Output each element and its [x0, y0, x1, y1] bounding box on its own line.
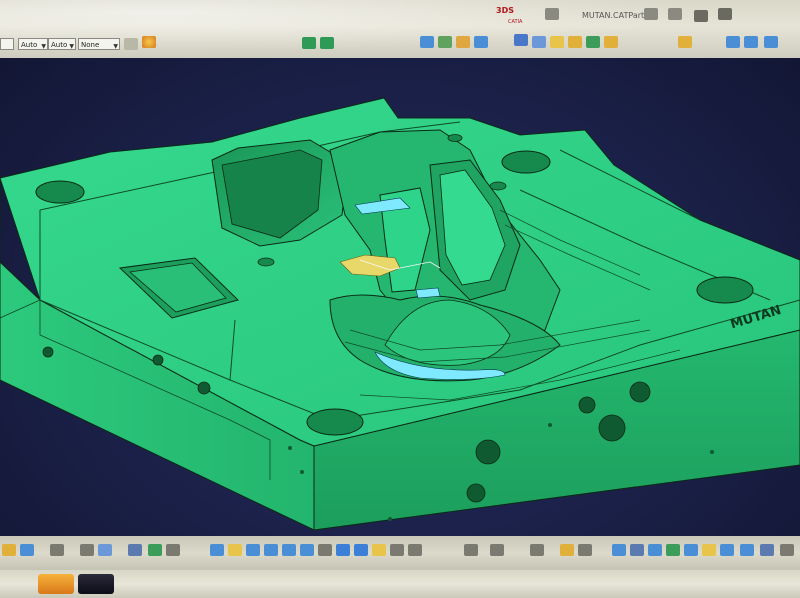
- settings-icon[interactable]: [694, 10, 708, 22]
- color-combo-stub[interactable]: [0, 38, 14, 50]
- top-toolbar: Auto ▼ Auto ▼ None ▼ 3DS CATIA MUTAN.CATPar…: [0, 0, 800, 58]
- zoom-icon[interactable]: [438, 36, 452, 48]
- normal-view-icon[interactable]: [532, 36, 546, 48]
- line-type-combo[interactable]: Auto ▼: [18, 38, 48, 50]
- pin-icon[interactable]: [490, 544, 504, 556]
- select-icon[interactable]: [210, 544, 224, 556]
- move-icon[interactable]: [246, 544, 260, 556]
- rotate-icon[interactable]: [456, 36, 470, 48]
- cube-icon[interactable]: [720, 544, 734, 556]
- undo-icon[interactable]: [2, 544, 16, 556]
- layers-icon[interactable]: [760, 544, 774, 556]
- arrow-up-icon[interactable]: [420, 36, 434, 48]
- split-icon[interactable]: [668, 8, 682, 20]
- line-weight-combo[interactable]: Auto ▼: [48, 38, 76, 50]
- brand-sub: CATIA: [508, 19, 523, 25]
- measure-icon[interactable]: [604, 36, 618, 48]
- shading-icon[interactable]: [568, 36, 582, 48]
- fit-icon[interactable]: [228, 544, 242, 556]
- formula-icon[interactable]: [678, 36, 692, 48]
- document-title: MUTAN.CATPart: [582, 11, 645, 20]
- hole-top-left: [35, 180, 85, 204]
- light-icon[interactable]: [372, 544, 386, 556]
- paint-icon[interactable]: [142, 36, 156, 48]
- line-weight-value: Auto: [51, 41, 68, 49]
- grid-icon[interactable]: [630, 544, 644, 556]
- sketch-icon[interactable]: [726, 36, 740, 48]
- layer-value: None: [81, 41, 100, 49]
- rotate-view-icon[interactable]: [264, 544, 278, 556]
- more-icon[interactable]: [780, 544, 794, 556]
- brand-logo: 3DS: [496, 6, 514, 15]
- shading-mode-icon[interactable]: [666, 544, 680, 556]
- table-icon[interactable]: [128, 544, 142, 556]
- info-icon[interactable]: [578, 544, 592, 556]
- iso-view-icon[interactable]: [550, 36, 564, 48]
- swap-icon[interactable]: [464, 544, 478, 556]
- help-icon[interactable]: [50, 544, 64, 556]
- window-icon[interactable]: [545, 8, 559, 20]
- layer-combo[interactable]: None ▼: [78, 38, 120, 50]
- plane-icon[interactable]: [648, 544, 662, 556]
- render-icon[interactable]: [354, 544, 368, 556]
- scan-icon[interactable]: [560, 544, 574, 556]
- star-icon[interactable]: [702, 544, 716, 556]
- restore-icon[interactable]: [644, 8, 658, 20]
- view-cube-icon[interactable]: [336, 544, 350, 556]
- capture-icon[interactable]: [390, 544, 404, 556]
- bottom-toolbar: [0, 536, 800, 570]
- close-icon[interactable]: [718, 8, 732, 20]
- line-type-value: Auto: [21, 41, 38, 49]
- compass-icon[interactable]: [320, 37, 334, 49]
- drop-icon[interactable]: [740, 544, 754, 556]
- axis-icon[interactable]: [744, 36, 758, 48]
- taskbar: [0, 570, 800, 598]
- redo-icon[interactable]: [20, 544, 34, 556]
- tree-toggle-icon[interactable]: [302, 37, 316, 49]
- catalog-icon[interactable]: [148, 544, 162, 556]
- mold-scene: MUTAN: [0, 0, 800, 598]
- normal-icon[interactable]: [318, 544, 332, 556]
- fit-all-icon[interactable]: [514, 34, 528, 46]
- edge-icon[interactable]: [684, 544, 698, 556]
- fx-icon[interactable]: [80, 544, 94, 556]
- hide-show-icon[interactable]: [586, 36, 600, 48]
- zoom-out-icon[interactable]: [300, 544, 314, 556]
- 3d-viewport[interactable]: MUTAN Auto ▼ Auto ▼ None ▼ 3DS CATIA MUTAN.…: [0, 0, 800, 598]
- catia-icon[interactable]: [78, 574, 114, 594]
- material-icon[interactable]: [408, 544, 422, 556]
- camera-icon[interactable]: [530, 544, 544, 556]
- image-icon[interactable]: [166, 544, 180, 556]
- filter-icon[interactable]: [612, 544, 626, 556]
- comment-icon[interactable]: [98, 544, 112, 556]
- explorer-icon[interactable]: [38, 574, 74, 594]
- snap-icon[interactable]: [764, 36, 778, 48]
- pan-icon[interactable]: [474, 36, 488, 48]
- brush-icon[interactable]: [124, 38, 138, 50]
- zoom-in-icon[interactable]: [282, 544, 296, 556]
